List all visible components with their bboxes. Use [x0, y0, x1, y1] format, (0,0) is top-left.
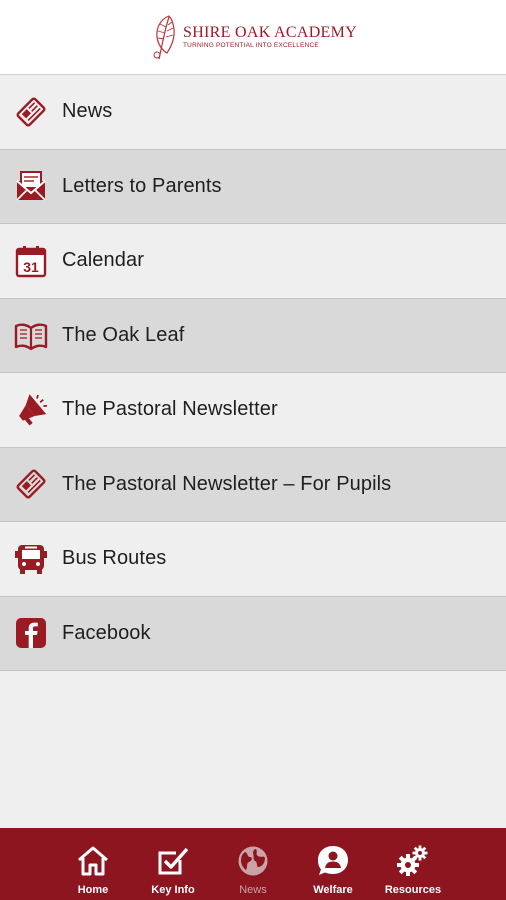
checkbox-icon	[158, 847, 189, 875]
tab-label: Welfare	[313, 884, 353, 896]
menu-item-facebook[interactable]: Facebook	[0, 596, 506, 671]
menu-item-label: Letters to Parents	[62, 174, 222, 197]
menu-item-label: Facebook	[62, 621, 151, 644]
calendar-icon: 31	[13, 243, 49, 279]
menu-item-label: Calendar	[62, 249, 144, 272]
megaphone-icon	[13, 392, 49, 428]
facebook-icon	[13, 615, 49, 651]
open-book-icon	[13, 317, 49, 353]
menu-item-label: News	[62, 100, 113, 123]
gears-icon	[397, 845, 428, 876]
tab-label: Resources	[384, 884, 442, 896]
tab-news[interactable]: News	[213, 828, 293, 900]
bus-icon	[13, 541, 49, 577]
user-bubble-icon	[318, 846, 348, 875]
envelope-letter-icon	[13, 168, 49, 204]
menu-item-letters-to-parents[interactable]: Letters to Parents	[0, 149, 506, 224]
tab-label: News	[239, 884, 267, 896]
tab-home[interactable]: Home	[53, 828, 133, 900]
home-icon	[78, 846, 108, 876]
tab-label: Home	[77, 884, 109, 896]
globe-icon	[238, 846, 268, 876]
newspaper-icon	[13, 466, 49, 502]
menu-item-label: The Oak Leaf	[62, 323, 185, 346]
menu-item-calendar[interactable]: 31 Calendar	[0, 224, 506, 299]
bottom-tab-bar: Home Key Info News Welfare Resources	[0, 828, 506, 900]
menu-item-the-oak-leaf[interactable]: The Oak Leaf	[0, 298, 506, 373]
menu-item-pastoral-newsletter[interactable]: The Pastoral Newsletter	[0, 373, 506, 448]
menu-item-label: The Pastoral Newsletter – For Pupils	[62, 472, 392, 495]
menu-item-news[interactable]: News	[0, 75, 506, 150]
tab-welfare[interactable]: Welfare	[293, 828, 373, 900]
tab-key-info[interactable]: Key Info	[133, 828, 213, 900]
app-header: SHIRE OAK ACADEMY TURNING POTENTIAL INTO…	[0, 0, 506, 75]
newspaper-icon	[13, 94, 49, 130]
calendar-icon-day: 31	[23, 259, 39, 275]
school-name: SHIRE OAK ACADEMY	[183, 24, 357, 41]
menu-item-pastoral-newsletter-pupils[interactable]: The Pastoral Newsletter – For Pupils	[0, 447, 506, 522]
school-logo: SHIRE OAK ACADEMY TURNING POTENTIAL INTO…	[149, 13, 357, 61]
oak-leaf-logo-icon	[153, 15, 175, 60]
main-menu-list: News Letters to Parents 31 Calendar The …	[0, 75, 506, 671]
menu-item-label: Bus Routes	[62, 547, 167, 570]
tab-label: Key Info	[151, 884, 195, 896]
school-tagline: TURNING POTENTIAL INTO EXCELLENCE	[183, 42, 319, 49]
tab-resources[interactable]: Resources	[373, 828, 453, 900]
menu-item-label: The Pastoral Newsletter	[62, 398, 278, 421]
menu-item-bus-routes[interactable]: Bus Routes	[0, 522, 506, 597]
